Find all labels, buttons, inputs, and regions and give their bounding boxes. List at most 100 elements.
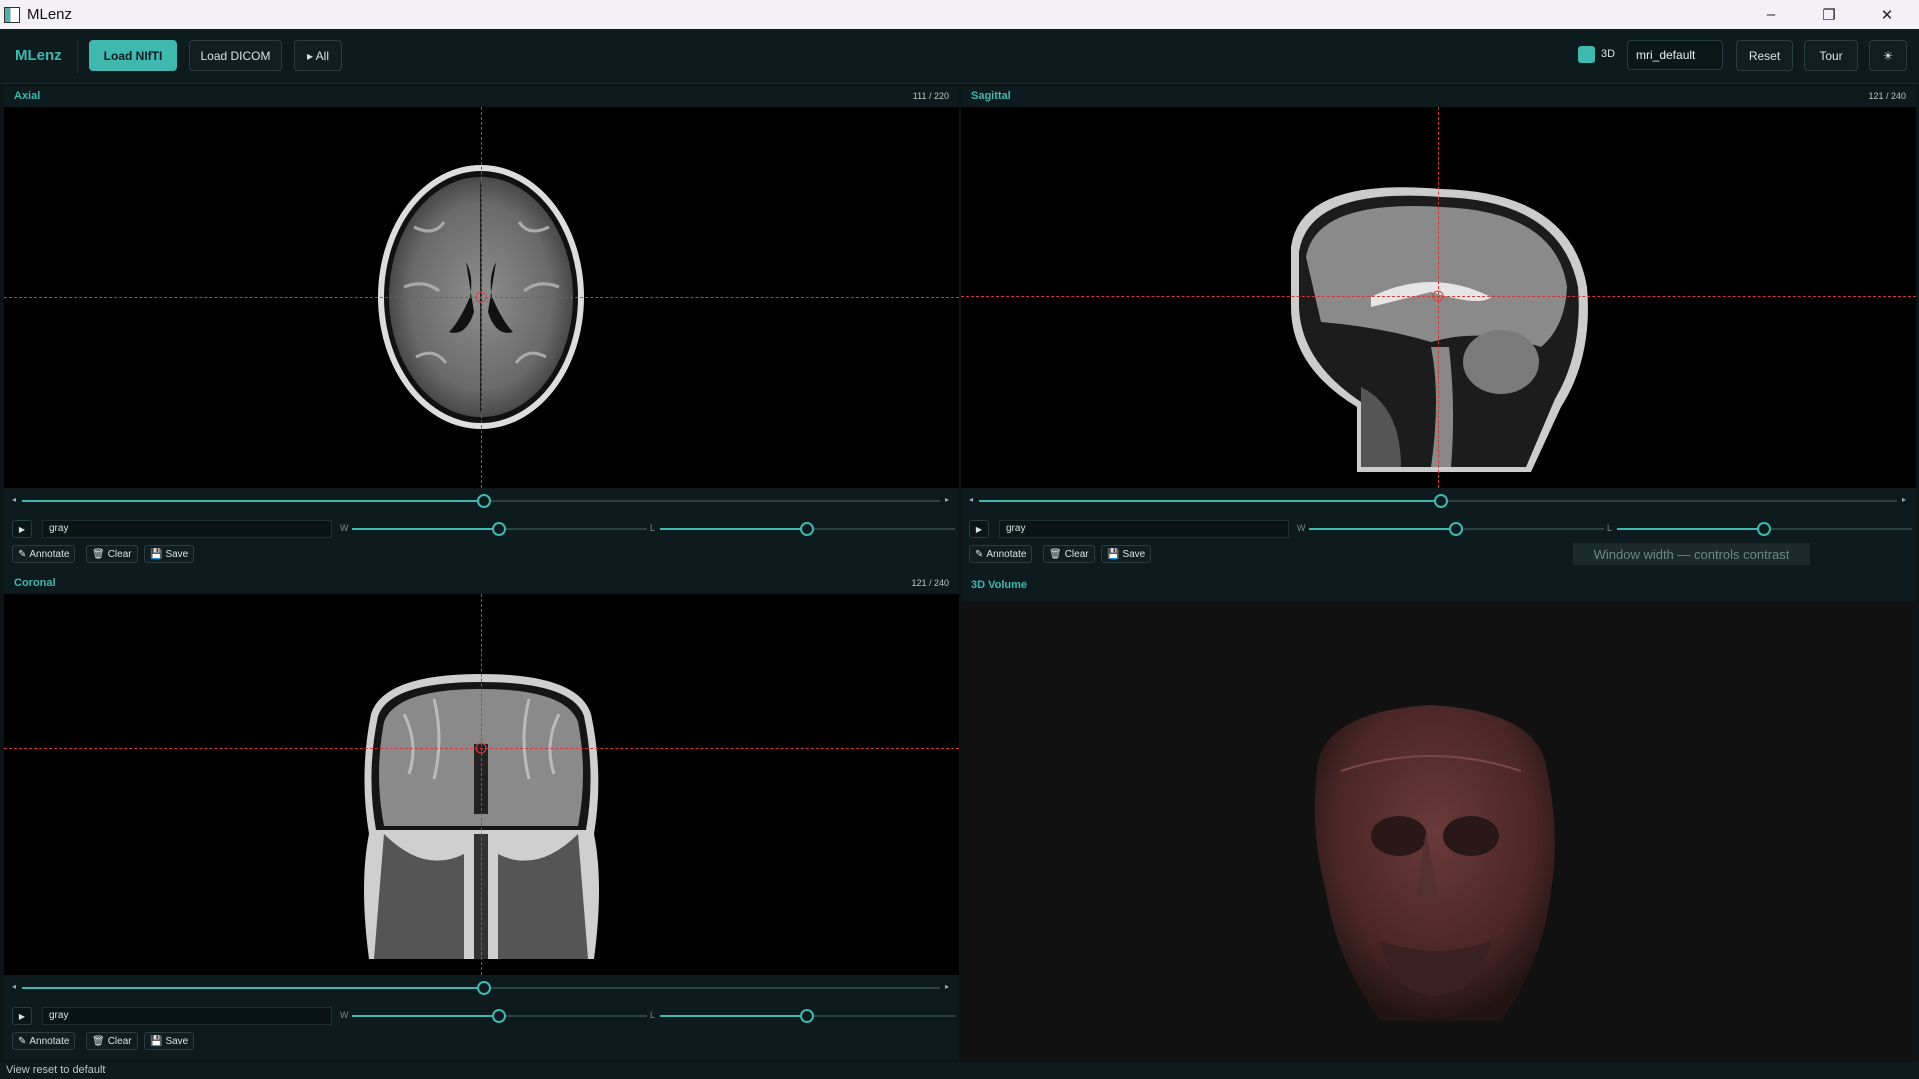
level-slider[interactable] xyxy=(660,1005,955,1029)
slider-fill xyxy=(660,1015,807,1017)
slice-slider[interactable]: ◂ ▸ xyxy=(4,490,959,514)
pencil-icon: ✎ xyxy=(975,548,984,560)
axial-viewport[interactable] xyxy=(4,107,959,488)
reset-button[interactable]: Reset xyxy=(1736,40,1793,71)
slider-handle[interactable] xyxy=(800,522,814,536)
save-button[interactable]: 💾 Save xyxy=(1101,545,1152,563)
clear-label: Clear xyxy=(1064,548,1089,560)
colormap-select[interactable]: gray xyxy=(999,520,1289,538)
panel-title: 3D Volume xyxy=(971,579,1028,591)
slider-handle[interactable] xyxy=(477,494,491,508)
theme-toggle-icon[interactable]: ☀ xyxy=(1869,40,1907,71)
next-slice-icon[interactable]: ▸ xyxy=(945,495,949,504)
sagittal-panel: Sagittal 121 / 240 ◂ ▸ ▶ gray W L ✎ Anno… xyxy=(961,86,1916,573)
close-icon[interactable]: ✕ xyxy=(1858,0,1916,29)
level-slider[interactable] xyxy=(1617,518,1912,542)
prev-slice-icon[interactable]: ◂ xyxy=(12,982,16,991)
toolbar-divider xyxy=(77,40,78,73)
clear-button[interactable]: 🗑 Clear xyxy=(1043,545,1095,563)
trash-icon: 🗑 xyxy=(92,1035,105,1047)
toggle-3d-label: 3D xyxy=(1601,48,1616,60)
play-button[interactable]: ▶ xyxy=(12,520,32,538)
save-button[interactable]: 💾 Save xyxy=(144,545,195,563)
slice-counter: 111 / 220 xyxy=(912,91,949,101)
save-label: Save xyxy=(165,1035,189,1047)
toggle-3d-checkbox[interactable] xyxy=(1578,46,1595,63)
save-icon: 💾 xyxy=(150,548,163,560)
clear-button[interactable]: 🗑 Clear xyxy=(86,1032,138,1050)
annotate-button[interactable]: ✎ Annotate xyxy=(969,545,1033,563)
status-bar: View reset to default xyxy=(0,1062,1919,1079)
volume-render-image xyxy=(1314,705,1555,1021)
annotate-button[interactable]: ✎ Annotate xyxy=(12,545,76,563)
clear-label: Clear xyxy=(107,548,132,560)
save-label: Save xyxy=(165,548,189,560)
slider-handle[interactable] xyxy=(477,981,491,995)
slider-fill xyxy=(352,1015,499,1017)
sagittal-viewport[interactable] xyxy=(961,107,1916,488)
play-button[interactable]: ▶ xyxy=(969,520,989,538)
window-slider[interactable] xyxy=(352,518,647,542)
panel-title: Sagittal xyxy=(971,90,1011,102)
window-slider[interactable] xyxy=(352,1005,647,1029)
slider-handle[interactable] xyxy=(800,1009,814,1023)
next-slice-icon[interactable]: ▸ xyxy=(1902,495,1906,504)
restore-icon[interactable]: ❐ xyxy=(1800,0,1858,29)
pencil-icon: ✎ xyxy=(18,548,27,560)
save-button[interactable]: 💾 Save xyxy=(144,1032,195,1050)
coronal-panel: Coronal 121 / 240 ◂ ▸ ▶ gray W L ✎ Annot… xyxy=(4,573,959,1060)
minimize-icon[interactable]: – xyxy=(1742,0,1800,29)
slice-slider[interactable]: ◂ ▸ xyxy=(961,490,1916,514)
window-title: MLenz xyxy=(27,6,73,23)
crosshair-center[interactable] xyxy=(475,291,487,303)
annotate-label: Annotate xyxy=(29,1035,70,1047)
show-all-button[interactable]: ▸ All xyxy=(294,40,342,71)
slider-fill xyxy=(1309,528,1456,530)
clear-button[interactable]: 🗑 Clear xyxy=(86,545,138,563)
crosshair-center[interactable] xyxy=(1432,290,1444,302)
volume-viewport[interactable] xyxy=(961,601,1916,1060)
slice-slider[interactable]: ◂ ▸ xyxy=(4,977,959,1001)
prev-slice-icon[interactable]: ◂ xyxy=(969,495,973,504)
annotate-label: Annotate xyxy=(986,548,1027,560)
trash-icon: 🗑 xyxy=(1049,548,1062,560)
slider-fill xyxy=(660,528,807,530)
brand-logo: MLenz xyxy=(15,47,62,64)
colormap-select[interactable]: gray xyxy=(42,520,332,538)
window-width-tooltip: Window width — controls contrast xyxy=(1573,543,1810,565)
slider-handle[interactable] xyxy=(1449,522,1463,536)
slider-handle[interactable] xyxy=(492,522,506,536)
slider-fill xyxy=(22,500,484,502)
colormap-select[interactable]: gray xyxy=(42,1007,332,1025)
preset-input[interactable]: mri_default xyxy=(1627,40,1723,70)
slice-counter: 121 / 240 xyxy=(911,578,949,588)
pencil-icon: ✎ xyxy=(18,1035,27,1047)
load-nifti-button[interactable]: Load NIfTI xyxy=(89,40,177,71)
next-slice-icon[interactable]: ▸ xyxy=(945,982,949,991)
load-dicom-button[interactable]: Load DICOM xyxy=(189,40,282,71)
annotate-label: Annotate xyxy=(29,548,70,560)
slider-fill xyxy=(1617,528,1764,530)
level-slider[interactable] xyxy=(660,518,955,542)
prev-slice-icon[interactable]: ◂ xyxy=(12,495,16,504)
coronal-viewport[interactable] xyxy=(4,594,959,975)
slider-fill xyxy=(352,528,499,530)
crosshair-center[interactable] xyxy=(475,742,487,754)
slider-handle[interactable] xyxy=(1757,522,1771,536)
window-label: W xyxy=(340,1010,349,1020)
level-label: L xyxy=(650,523,656,533)
volume-panel: 3D Volume xyxy=(961,573,1916,1060)
slider-handle[interactable] xyxy=(492,1009,506,1023)
tour-button[interactable]: Tour xyxy=(1804,40,1858,71)
level-label: L xyxy=(1607,523,1613,533)
trash-icon: 🗑 xyxy=(92,548,105,560)
slider-handle[interactable] xyxy=(1434,494,1448,508)
window-label: W xyxy=(1297,523,1306,533)
slice-counter: 121 / 240 xyxy=(1868,91,1906,101)
axial-panel: Axial 111 / 220 ◂ ▸ ▶ gray W L ✎ Annotat… xyxy=(4,86,959,573)
play-button[interactable]: ▶ xyxy=(12,1007,32,1025)
window-slider[interactable] xyxy=(1309,518,1604,542)
panel-title: Axial xyxy=(14,90,41,102)
slider-fill xyxy=(979,500,1441,502)
annotate-button[interactable]: ✎ Annotate xyxy=(12,1032,76,1050)
